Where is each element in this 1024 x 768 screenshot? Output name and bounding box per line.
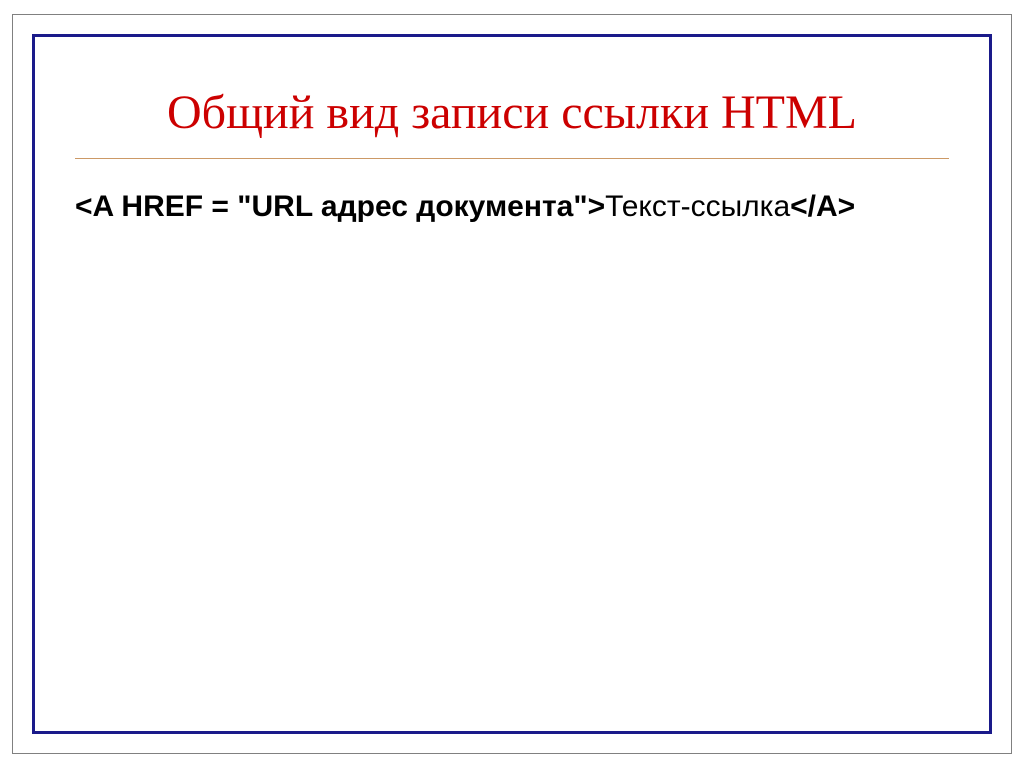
code-link-text: Текст-ссылка <box>605 190 790 223</box>
slide-title: Общий вид записи ссылки HTML <box>75 85 949 159</box>
slide-inner-frame: Общий вид записи ссылки HTML <A HREF = "… <box>32 34 992 734</box>
slide-body: <A HREF = "URL адрес документа">Текст-сс… <box>75 187 949 226</box>
code-close-tag: </A> <box>790 190 855 223</box>
code-open-tag: <A HREF = "URL адрес документа"> <box>75 190 605 223</box>
slide-outer-frame: Общий вид записи ссылки HTML <A HREF = "… <box>12 14 1012 754</box>
